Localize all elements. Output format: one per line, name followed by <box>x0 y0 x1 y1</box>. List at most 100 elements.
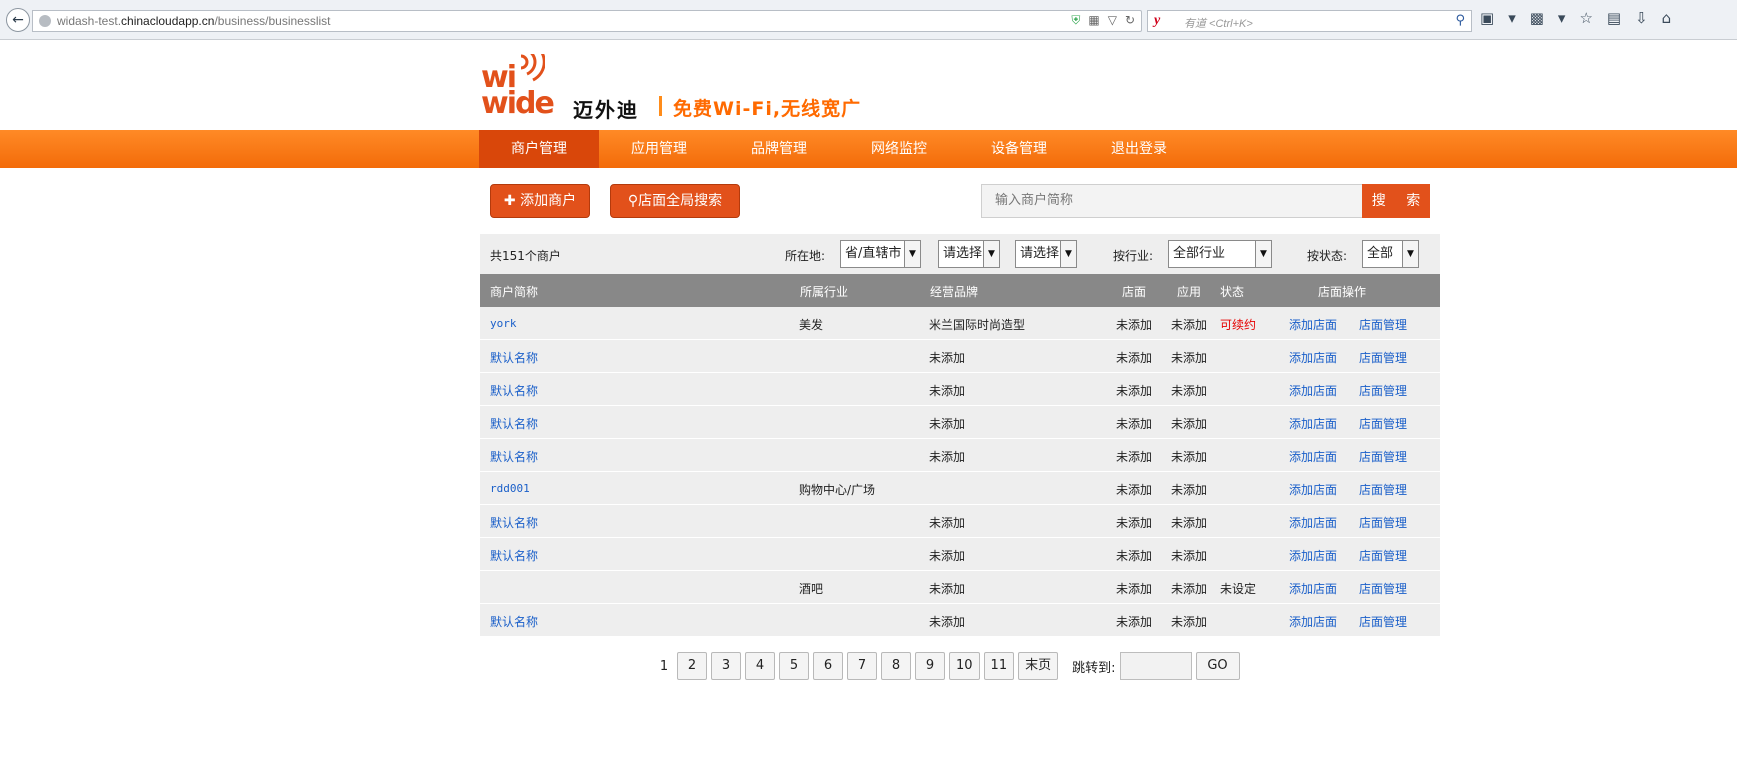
page-button[interactable]: 11 <box>983 652 1015 680</box>
brand-cell: 未添加 <box>929 516 966 530</box>
menu-arrow-icon[interactable]: ▾ <box>1508 9 1516 27</box>
back-arrow-icon[interactable]: ← <box>6 8 30 32</box>
store-manage-link[interactable]: 店面管理 <box>1359 580 1407 597</box>
brand-cell: 未添加 <box>929 351 966 365</box>
page-button[interactable]: 10 <box>949 652 980 680</box>
col-status: 状态 <box>1220 285 1245 299</box>
merchant-name-link[interactable]: 默认名称 <box>490 547 538 564</box>
screenshot-icon[interactable]: ▣ <box>1480 9 1494 27</box>
merchant-search-input[interactable]: 输入商户简称 <box>981 184 1363 218</box>
go-button[interactable]: GO <box>1195 652 1240 680</box>
city-select[interactable]: 请选择 ▼ <box>938 240 1000 268</box>
bookmarks-list-icon[interactable]: ▤ <box>1607 9 1621 27</box>
col-app: 应用 <box>1177 285 1202 299</box>
chevron-down-icon: ▼ <box>1060 241 1076 267</box>
menu-arrow-icon[interactable]: ▾ <box>1558 9 1566 27</box>
jump-page-input[interactable] <box>1119 652 1192 680</box>
page-button[interactable]: 9 <box>915 652 945 680</box>
page-button[interactable]: 8 <box>881 652 911 680</box>
page-button[interactable]: 7 <box>847 652 877 680</box>
store-manage-link[interactable]: 店面管理 <box>1359 481 1407 498</box>
table-row: york 美发 米兰国际时尚造型 未添加 未添加 可续约 添加店面 店面管理 <box>480 307 1440 340</box>
nav-item-logout[interactable]: 退出登录 <box>1079 130 1199 168</box>
table-row: 酒吧 未添加 未添加 未添加 未设定 添加店面 店面管理 <box>480 571 1440 604</box>
province-select[interactable]: 省/直辖市 ▼ <box>840 240 921 268</box>
store-manage-link[interactable]: 店面管理 <box>1359 316 1407 333</box>
merchant-name-link[interactable]: 默认名称 <box>490 382 538 399</box>
nav-item-brands[interactable]: 品牌管理 <box>719 130 839 168</box>
address-bar[interactable]: widash-test.chinacloudapp.cn/business/bu… <box>32 10 1142 32</box>
reload-icon[interactable]: ↻ <box>1125 13 1135 28</box>
add-store-link[interactable]: 添加店面 <box>1289 481 1337 498</box>
add-store-link[interactable]: 添加店面 <box>1289 580 1337 597</box>
search-icon[interactable]: ⚲ <box>1455 13 1465 28</box>
add-store-link[interactable]: 添加店面 <box>1289 514 1337 531</box>
page-button[interactable]: 5 <box>779 652 809 680</box>
industry-cell: 美发 <box>799 318 824 332</box>
url-text: widash-test.chinacloudapp.cn/business/bu… <box>57 14 331 28</box>
youdao-icon: y <box>1154 13 1161 28</box>
col-industry: 所属行业 <box>800 285 849 299</box>
add-store-link[interactable]: 添加店面 <box>1289 547 1337 564</box>
merchant-name-link[interactable]: york <box>490 317 517 330</box>
home-icon[interactable]: ⌂ <box>1662 9 1672 27</box>
addon-icon[interactable]: ▩ <box>1530 9 1544 27</box>
wifi-waves-icon <box>520 54 545 82</box>
store-global-search-button[interactable]: ⚲店面全局搜索 <box>610 184 740 218</box>
location-label: 所在地: <box>785 249 826 263</box>
app-cell: 未添加 <box>1171 582 1208 596</box>
app-cell: 未添加 <box>1171 483 1208 497</box>
add-store-link[interactable]: 添加店面 <box>1289 382 1337 399</box>
merchant-name-link[interactable]: 默认名称 <box>490 415 538 432</box>
industry-select[interactable]: 全部行业 ▼ <box>1168 240 1272 268</box>
store-manage-link[interactable]: 店面管理 <box>1359 547 1407 564</box>
store-cell: 未添加 <box>1116 417 1153 431</box>
merchant-name-link[interactable]: rdd001 <box>490 482 530 495</box>
download-icon[interactable]: ⇩ <box>1635 9 1648 27</box>
merchant-name-link[interactable]: 默认名称 <box>490 448 538 465</box>
qr-code-icon[interactable]: ▦ <box>1088 13 1099 28</box>
nav-item-devices[interactable]: 设备管理 <box>959 130 1079 168</box>
brand-logo[interactable]: wi wide 迈外迪 免费Wi-Fi,无线宽广 <box>481 52 901 122</box>
app-cell: 未添加 <box>1171 450 1208 464</box>
merchant-name-link[interactable]: 默认名称 <box>490 514 538 531</box>
nav-item-network-monitor[interactable]: 网络监控 <box>839 130 959 168</box>
filter-bar: 共151个商户 所在地: 省/直辖市 ▼ 请选择 ▼ 请选择 ▼ 按行业: 全部… <box>480 234 1440 274</box>
store-cell: 未添加 <box>1116 516 1153 530</box>
add-merchant-button[interactable]: ✚ 添加商户 <box>490 184 590 218</box>
store-manage-link[interactable]: 店面管理 <box>1359 382 1407 399</box>
district-select[interactable]: 请选择 ▼ <box>1015 240 1077 268</box>
store-cell: 未添加 <box>1116 483 1153 497</box>
nav-item-apps[interactable]: 应用管理 <box>599 130 719 168</box>
browser-search-box[interactable]: y 有道 <Ctrl+K> ⚲ <box>1147 10 1472 32</box>
status-select[interactable]: 全部 ▼ <box>1362 240 1419 268</box>
store-manage-link[interactable]: 店面管理 <box>1359 349 1407 366</box>
store-manage-link[interactable]: 店面管理 <box>1359 415 1407 432</box>
store-manage-link[interactable]: 店面管理 <box>1359 514 1407 531</box>
nav-item-merchants[interactable]: 商户管理 <box>479 130 599 168</box>
add-store-link[interactable]: 添加店面 <box>1289 349 1337 366</box>
last-page-button[interactable]: 末页 <box>1018 652 1059 680</box>
page-button[interactable]: 4 <box>745 652 775 680</box>
table-row: 默认名称 未添加 未添加 未添加 添加店面 店面管理 <box>480 604 1440 637</box>
shield-icon[interactable]: ⛨ <box>1071 13 1080 28</box>
dropdown-arrow-icon[interactable]: ▽ <box>1108 13 1117 28</box>
page-button[interactable]: 6 <box>813 652 843 680</box>
table-row: 默认名称 未添加 未添加 未添加 添加店面 店面管理 <box>480 373 1440 406</box>
merchant-name-link[interactable]: 默认名称 <box>490 349 538 366</box>
page-button[interactable]: 2 <box>677 652 707 680</box>
table-row: rdd001 购物中心/广场 未添加 未添加 添加店面 店面管理 <box>480 472 1440 505</box>
add-store-link[interactable]: 添加店面 <box>1289 316 1337 333</box>
table-row: 默认名称 未添加 未添加 未添加 添加店面 店面管理 <box>480 340 1440 373</box>
add-store-link[interactable]: 添加店面 <box>1289 448 1337 465</box>
store-manage-link[interactable]: 店面管理 <box>1359 613 1407 630</box>
bookmark-star-icon[interactable]: ☆ <box>1579 9 1592 27</box>
add-store-link[interactable]: 添加店面 <box>1289 613 1337 630</box>
add-store-link[interactable]: 添加店面 <box>1289 415 1337 432</box>
col-merchant-name: 商户简称 <box>490 285 539 299</box>
store-manage-link[interactable]: 店面管理 <box>1359 448 1407 465</box>
search-button[interactable]: 搜 索 <box>1362 184 1430 218</box>
merchant-name-link[interactable]: 默认名称 <box>490 613 538 630</box>
merchant-count: 共151个商户 <box>490 249 561 263</box>
page-button[interactable]: 3 <box>711 652 741 680</box>
